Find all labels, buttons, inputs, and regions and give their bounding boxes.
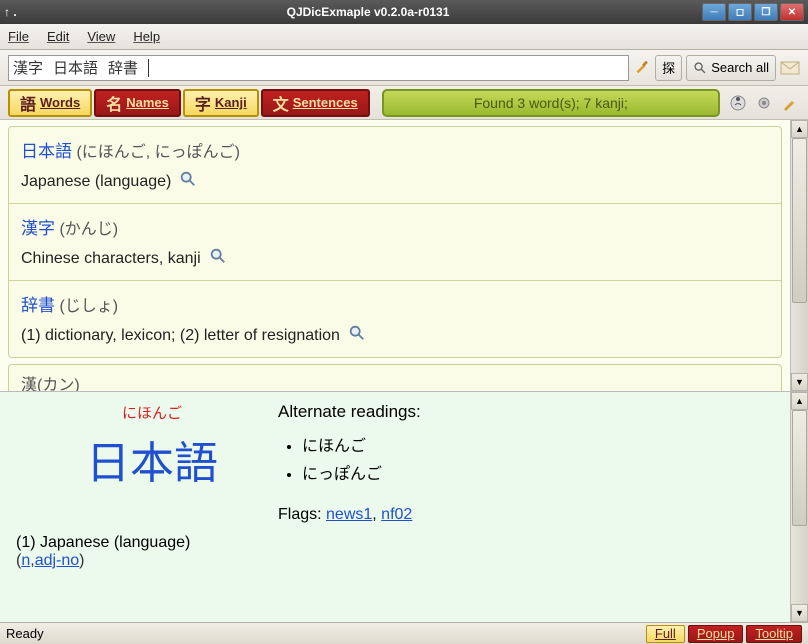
pos-link[interactable]: adj-no bbox=[35, 552, 79, 569]
alt-readings-heading: Alternate readings: bbox=[278, 402, 421, 422]
gear-icon[interactable] bbox=[754, 93, 774, 113]
scroll-thumb[interactable] bbox=[792, 410, 807, 526]
search-input[interactable]: 漢字 日本語 辞書 bbox=[8, 55, 629, 81]
detail-kanji: 日本語 bbox=[86, 427, 218, 491]
meaning: Chinese characters, kanji bbox=[21, 250, 201, 268]
maximize-button[interactable]: ◻ bbox=[728, 3, 752, 21]
scroll-down-icon[interactable]: ▼ bbox=[791, 373, 808, 391]
scroll-track[interactable] bbox=[791, 410, 808, 604]
headword: 辞書 bbox=[21, 296, 55, 315]
mode-popup[interactable]: Popup bbox=[688, 625, 744, 643]
search-term: 辞書 bbox=[108, 57, 138, 78]
flags-label: Flags: bbox=[278, 506, 322, 523]
detail-furigana: にほんご bbox=[86, 402, 218, 423]
search-row: 漢字 日本語 辞書 探 Search all bbox=[0, 50, 808, 86]
menu-file[interactable]: File bbox=[8, 29, 29, 44]
magnify-icon[interactable] bbox=[179, 170, 197, 193]
meaning: (1) dictionary, lexicon; (2) letter of r… bbox=[21, 327, 340, 345]
search-all-label: Search all bbox=[711, 60, 769, 75]
scroll-up-icon[interactable]: ▲ bbox=[791, 120, 808, 138]
reading: (じしょ) bbox=[59, 298, 118, 315]
envelope-icon[interactable] bbox=[780, 60, 800, 76]
detail-meaning: (1) Japanese (language) bbox=[16, 534, 774, 552]
headword: 漢(カン) bbox=[21, 377, 80, 392]
magnify-icon[interactable] bbox=[348, 324, 366, 347]
menu-edit[interactable]: Edit bbox=[47, 29, 69, 44]
reading: (かんじ) bbox=[59, 221, 118, 238]
tab-words[interactable]: 語Words bbox=[8, 89, 92, 117]
menubar: File Edit View Help bbox=[0, 24, 808, 50]
headword: 日本語 bbox=[21, 142, 72, 161]
scroll-down-icon[interactable]: ▼ bbox=[791, 604, 808, 622]
go-button[interactable]: 探 bbox=[655, 55, 682, 81]
scroll-track[interactable] bbox=[791, 138, 808, 373]
detail-pane: にほんご 日本語 Alternate readings: にほんご にっぽんご … bbox=[0, 392, 808, 622]
magnify-icon[interactable] bbox=[209, 247, 227, 270]
menu-view[interactable]: View bbox=[87, 29, 115, 44]
meaning: Japanese (language) bbox=[21, 173, 171, 191]
close-button[interactable]: ✕ bbox=[780, 3, 804, 21]
status-ready: Ready bbox=[6, 626, 643, 641]
text-cursor bbox=[148, 59, 149, 77]
results-pane: 日本語 (にほんご, にっぽんご) Japanese (language) 漢字… bbox=[0, 120, 808, 392]
flag-link[interactable]: news1 bbox=[326, 506, 372, 523]
results-scrollbar[interactable]: ▲ ▼ bbox=[790, 120, 808, 391]
result-card[interactable]: 日本語 (にほんご, にっぽんご) Japanese (language) 漢字… bbox=[8, 126, 782, 358]
detail-scrollbar[interactable]: ▲ ▼ bbox=[790, 392, 808, 622]
minimize-button[interactable]: ─ bbox=[702, 3, 726, 21]
tab-names[interactable]: 名Names bbox=[94, 89, 181, 117]
scroll-thumb[interactable] bbox=[792, 138, 807, 303]
restore-button[interactable]: ❐ bbox=[754, 3, 778, 21]
tab-kanji[interactable]: 字Kanji bbox=[183, 89, 259, 117]
search-term: 日本語 bbox=[53, 57, 98, 78]
tab-sentences[interactable]: 文Sentences bbox=[261, 89, 370, 117]
about-icon[interactable] bbox=[728, 93, 748, 113]
search-icon bbox=[693, 61, 707, 75]
tab-row: 語Words 名Names 字Kanji 文Sentences Found 3 … bbox=[0, 86, 808, 120]
headword: 漢字 bbox=[21, 219, 55, 238]
flag-link[interactable]: nf02 bbox=[381, 506, 412, 523]
clear-icon[interactable] bbox=[780, 93, 800, 113]
result-card-partial[interactable]: 漢(カン) bbox=[8, 364, 782, 392]
mode-tooltip[interactable]: Tooltip bbox=[746, 625, 802, 643]
alt-reading: にっぽんご bbox=[302, 460, 421, 484]
alt-reading: にほんご bbox=[302, 432, 421, 456]
search-term: 漢字 bbox=[13, 57, 43, 78]
window-title: QJDicExmaple v0.2.0a-r0131 bbox=[34, 5, 702, 19]
mode-full[interactable]: Full bbox=[646, 625, 685, 643]
status-pill: Found 3 word(s); 7 kanji; bbox=[382, 89, 720, 117]
reading: (にほんご, にっぽんご) bbox=[76, 144, 240, 161]
pos-link[interactable]: n bbox=[21, 552, 30, 569]
scroll-up-icon[interactable]: ▲ bbox=[791, 392, 808, 410]
titlebar: ↑ . QJDicExmaple v0.2.0a-r0131 ─ ◻ ❐ ✕ bbox=[0, 0, 808, 24]
statusbar: Ready Full Popup Tooltip bbox=[0, 622, 808, 644]
menu-help[interactable]: Help bbox=[133, 29, 160, 44]
search-all-button[interactable]: Search all bbox=[686, 55, 776, 81]
broom-icon[interactable] bbox=[633, 57, 651, 78]
titlebar-hint: ↑ . bbox=[4, 5, 34, 19]
